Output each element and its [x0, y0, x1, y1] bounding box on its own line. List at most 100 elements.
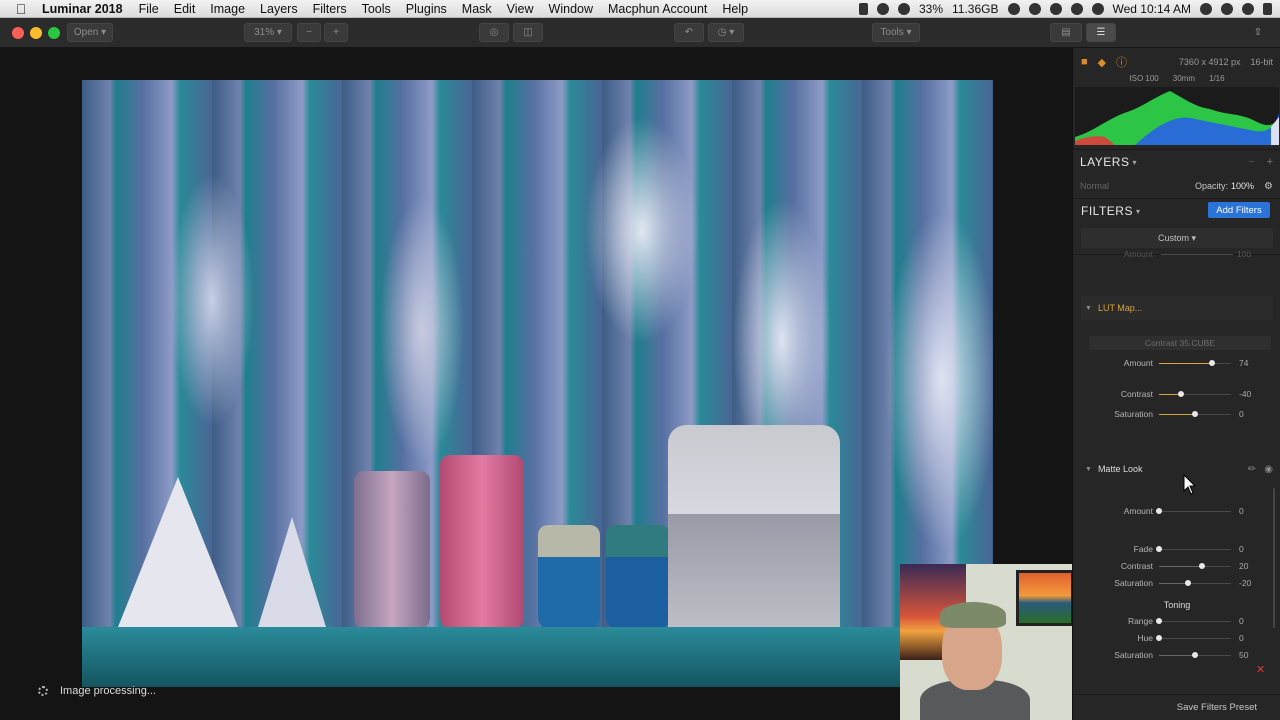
tools-dropdown[interactable]: Tools ▾ [872, 23, 920, 42]
save-filters-preset-button[interactable]: Save Filters Preset [1073, 694, 1280, 720]
layers-title[interactable]: LAYERS [1080, 155, 1129, 169]
cloud-icon[interactable] [1007, 3, 1020, 15]
wifi-icon[interactable] [1070, 3, 1083, 15]
layers-icon[interactable]: ◆ [1098, 56, 1106, 69]
slider-knob[interactable] [1156, 546, 1162, 552]
slider-label: Saturation [1114, 409, 1153, 419]
brush-icon[interactable]: ✏ [1248, 464, 1256, 475]
slider-knob[interactable] [1156, 508, 1162, 514]
pink-jar [440, 455, 524, 631]
photo-preview[interactable] [82, 80, 993, 687]
matte-filter-header[interactable]: ▼ Matte Look ✏ ◉ [1081, 457, 1273, 481]
sync-icon[interactable] [897, 3, 910, 15]
apple-menu-icon[interactable]:  [0, 1, 42, 17]
remove-layer-icon[interactable]: − [1248, 156, 1254, 168]
gear-icon[interactable]: ⚙ [1264, 181, 1273, 192]
slider-value[interactable]: 0 [1239, 506, 1269, 516]
slider-knob[interactable] [1156, 618, 1162, 624]
volume-icon[interactable] [1091, 3, 1104, 15]
slider-value[interactable]: 0 [1239, 616, 1269, 626]
slider-track[interactable] [1159, 621, 1231, 622]
prev-amount-track[interactable] [1161, 254, 1233, 255]
slider-value[interactable]: -20 [1239, 578, 1269, 588]
preset-value: Custom [1157, 233, 1189, 243]
slider-track[interactable] [1159, 511, 1231, 512]
menu-layers[interactable]: Layers [260, 2, 298, 16]
open-button[interactable]: Open ▾ [67, 23, 113, 42]
opacity-value[interactable]: 100% [1231, 181, 1254, 191]
slider-knob[interactable] [1185, 580, 1191, 586]
collapse-triangle-icon[interactable]: ▼ [1085, 466, 1092, 473]
menu-tools[interactable]: Tools [362, 2, 391, 16]
menu-file[interactable]: File [139, 2, 159, 16]
spotlight-search-icon[interactable] [1221, 3, 1233, 15]
slider-value[interactable]: 50 [1239, 650, 1269, 660]
add-filters-button[interactable]: Add Filters [1208, 202, 1270, 218]
info-icon[interactable]: ⓘ [1116, 54, 1127, 70]
add-layer-icon[interactable]: + [1267, 156, 1273, 168]
user-icon[interactable] [1200, 3, 1212, 15]
menu-view[interactable]: View [507, 2, 534, 16]
zoom-dropdown[interactable]: 31% ▾ [244, 23, 292, 42]
zoom-out-button[interactable]: − [297, 23, 321, 42]
siri-icon[interactable] [1242, 3, 1254, 15]
app-menu[interactable]: Luminar 2018 [42, 2, 123, 16]
minimize-window-button[interactable] [30, 27, 42, 39]
slider-knob[interactable] [1156, 635, 1162, 641]
sliders-icon: ☰ [1096, 27, 1106, 38]
visibility-eye-icon[interactable]: ◉ [1264, 464, 1273, 475]
blend-mode-select[interactable]: Normal [1080, 181, 1109, 191]
filmstrip-button[interactable]: ▤ [1050, 23, 1082, 42]
slider-value[interactable]: 20 [1239, 561, 1269, 571]
menu-help[interactable]: Help [722, 2, 748, 16]
preview-button[interactable]: ◎ [479, 23, 509, 42]
exif-shutter: 1/16 [1209, 74, 1225, 83]
open-label: Open [73, 27, 99, 38]
slider-knob[interactable] [1192, 411, 1198, 417]
history-button[interactable]: ◷ ▾ [708, 23, 744, 42]
notification-center-icon[interactable] [1263, 3, 1272, 15]
menu-macphun-account[interactable]: Macphun Account [608, 2, 707, 16]
slider-knob[interactable] [1199, 563, 1205, 569]
chevron-down-icon[interactable]: ▾ [1132, 158, 1136, 167]
slider-track[interactable] [1159, 549, 1231, 550]
undo-button[interactable]: ↶ [674, 23, 704, 42]
collapse-triangle-icon[interactable]: ▼ [1085, 305, 1092, 312]
bluetooth-icon[interactable] [1049, 3, 1062, 15]
close-window-button[interactable] [12, 27, 24, 39]
skype-icon[interactable] [876, 3, 889, 15]
menu-edit[interactable]: Edit [174, 2, 196, 16]
filters-panel-toggle[interactable]: ☰ [1086, 23, 1116, 42]
slider-value[interactable]: 0 [1239, 633, 1269, 643]
menu-plugins[interactable]: Plugins [406, 2, 447, 16]
slider-value[interactable]: 74 [1239, 358, 1269, 368]
slider-knob[interactable] [1209, 360, 1215, 366]
compare-button[interactable]: ◫ [513, 23, 543, 42]
chevron-down-icon[interactable]: ▾ [1136, 207, 1140, 216]
zoom-in-button[interactable]: + [324, 23, 348, 42]
slider-value[interactable]: 0 [1239, 544, 1269, 554]
phone-icon[interactable] [858, 3, 868, 15]
menu-image[interactable]: Image [210, 2, 245, 16]
histogram-icon[interactable]: ■ [1081, 56, 1088, 68]
menu-mask[interactable]: Mask [462, 2, 492, 16]
slider-knob[interactable] [1178, 391, 1184, 397]
panel-scrollbar[interactable] [1273, 488, 1275, 628]
filters-title[interactable]: FILTERS [1081, 204, 1133, 218]
reset-filter-icon[interactable]: ✕ [1256, 663, 1265, 676]
menu-bar:  Luminar 2018 File Edit Image Layers Fi… [0, 0, 1280, 18]
share-button[interactable]: ⇧ [1246, 23, 1270, 42]
preset-dropdown[interactable]: Custom ▾ [1081, 228, 1273, 248]
menu-filters[interactable]: Filters [313, 2, 347, 16]
lut-file-select[interactable]: Contrast 35.CUBE [1089, 336, 1271, 350]
time-machine-icon[interactable] [1028, 3, 1041, 15]
slider-knob[interactable] [1192, 652, 1198, 658]
menu-window[interactable]: Window [549, 2, 593, 16]
lut-filter-header[interactable]: ▼ LUT Map... [1081, 296, 1273, 320]
slider-value[interactable]: -40 [1239, 389, 1269, 399]
clock-icon: ◷ [717, 27, 727, 38]
zoom-window-button[interactable] [48, 27, 60, 39]
slider-value[interactable]: 0 [1239, 409, 1269, 419]
slider-track[interactable] [1159, 638, 1231, 639]
clock[interactable]: Wed 10:14 AM [1113, 2, 1192, 16]
